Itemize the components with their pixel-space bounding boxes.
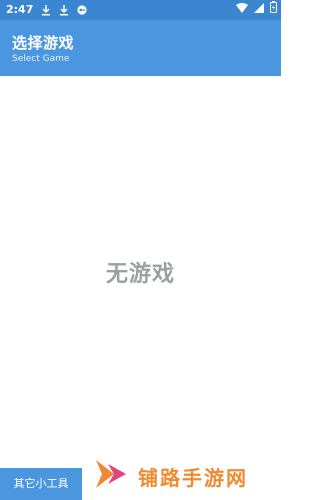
- page-subtitle: Select Game: [12, 54, 70, 64]
- download-icon: [41, 4, 51, 16]
- watermark-text: 铺路手游网: [138, 465, 248, 490]
- status-left: 2:47: [6, 0, 87, 20]
- signal-icon: [254, 0, 264, 20]
- app-bar: 选择游戏 Select Game: [0, 20, 281, 76]
- status-right: [236, 0, 277, 20]
- download-icon: [59, 4, 69, 16]
- status-bar: 2:47: [0, 0, 281, 20]
- watermark-logo-icon: [92, 454, 132, 498]
- empty-state-message: 无游戏: [105, 262, 175, 287]
- game-launcher-icon: [77, 4, 87, 16]
- watermark: 铺路手游网: [92, 456, 248, 496]
- other-tools-button[interactable]: 其它小工具: [0, 468, 82, 500]
- wifi-icon: [236, 0, 248, 20]
- battery-icon: [270, 0, 277, 20]
- page-title: 选择游戏: [12, 34, 75, 52]
- status-time: 2:47: [6, 3, 34, 16]
- app-screen: 2:47 选择游戏 Select Game 无游戏 其它小工具 铺路手游网: [0, 0, 281, 500]
